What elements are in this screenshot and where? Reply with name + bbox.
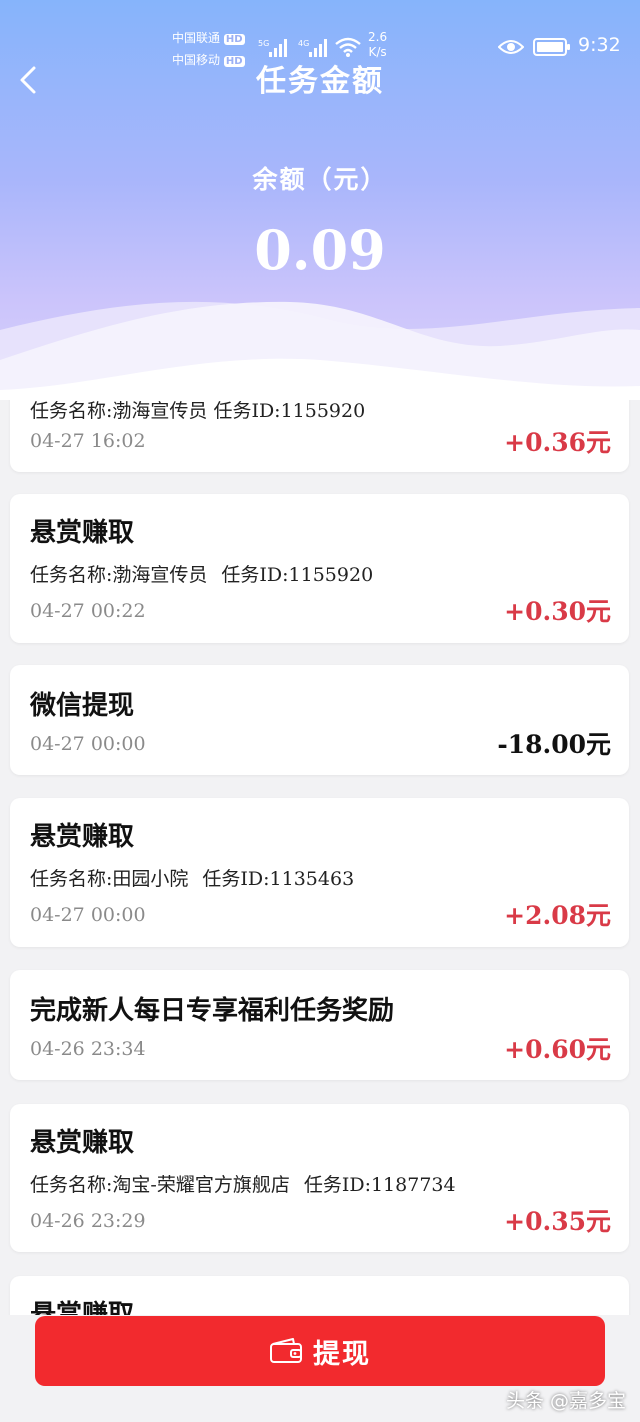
record-desc: 任务名称:田园小院 任务ID:1135463 [30,868,355,890]
record-desc: 任务名称:渤海宣传员 任务ID:1155920 [30,564,374,586]
list-item[interactable]: 悬赏赚取 任务名称:淘宝-荣耀官方旗舰店 任务ID:1187734 04-26 2… [10,1104,629,1252]
transaction-list[interactable]: 任务名称:渤海宣传员 任务ID:1155920 04-27 16:02 +0.3… [0,400,640,1315]
record-title: 微信提现 [30,691,135,721]
battery-icon [533,38,570,56]
record-time: 04-27 00:22 [30,600,146,622]
watermark: 头条 @嘉多宝 [505,1390,626,1412]
list-item[interactable]: 完成新人每日专享福利任务奖励 04-26 23:34 +0.60元 [10,970,629,1080]
record-title: 悬赏赚取 [30,1300,135,1315]
withdraw-button[interactable]: 提现 [35,1316,605,1386]
list-item[interactable]: 微信提现 04-27 00:00 -18.00元 [10,665,629,775]
list-item[interactable]: 任务名称:渤海宣传员 任务ID:1155920 04-27 16:02 +0.3… [10,400,629,472]
record-amount: +0.35元 [504,1207,611,1236]
header: 中国联通 HD 中国移动 HD 5G 4G 2.6 K/s 9:32 任务金额 … [0,0,640,400]
status-time: 9:32 [578,34,621,56]
eye-icon [498,40,524,54]
record-amount: +0.36元 [504,428,611,457]
balance-label: 余额（元） [252,165,388,194]
net-4g-label: 4G [298,39,309,48]
record-desc: 任务名称:淘宝-荣耀官方旗舰店 任务ID:1187734 [30,1174,456,1196]
record-desc: 任务名称:渤海宣传员 任务ID:1155920 [30,400,366,422]
record-title: 悬赏赚取 [30,1128,135,1158]
record-amount: +0.30元 [504,597,611,626]
record-amount: -18.00元 [497,730,611,759]
page-title: 任务金额 [256,64,384,99]
record-amount: +2.08元 [504,901,611,930]
net-5g-label: 5G [258,39,269,48]
record-title: 完成新人每日专享福利任务奖励 [30,996,395,1026]
record-time: 04-26 23:34 [30,1038,146,1060]
list-item[interactable]: 悬赏赚取 任务名称:渤海宣传员 任务ID:1155920 04-27 00:22 … [10,494,629,643]
record-amount: +0.60元 [504,1035,611,1064]
record-time: 04-27 16:02 [30,430,146,452]
record-title: 悬赏赚取 [30,518,135,548]
record-time: 04-26 23:29 [30,1210,146,1232]
list-item[interactable]: 悬赏赚取 任务名称:田园小院 任务ID:1135463 04-27 00:00 +… [10,798,629,947]
record-time: 04-27 00:00 [30,733,146,755]
withdraw-label: 提现 [313,1338,371,1370]
record-title: 悬赏赚取 [30,822,135,852]
wallet-icon [270,1338,302,1363]
balance-value: 0.09 [254,218,386,282]
wave-decoration [0,301,640,400]
list-item[interactable]: 悬赏赚取 [10,1276,629,1315]
carrier-1: 中国联通 [172,31,221,45]
hd-badge: HD [223,34,245,45]
record-time: 04-27 00:00 [30,904,146,926]
